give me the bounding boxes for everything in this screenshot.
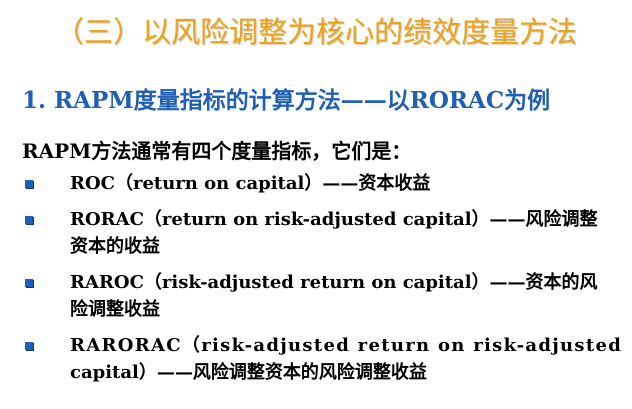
indicator-list: ROC（return on capital）——资本收益 RORAC（retur… <box>22 170 623 395</box>
list-item-text: RARORAC（risk-adjusted return on risk-adj… <box>70 335 623 356</box>
square-bullet-icon <box>25 216 33 224</box>
square-bullet-icon <box>25 180 33 188</box>
intro-text: RAPM方法通常有四个度量指标，它们是： <box>22 139 412 163</box>
list-item-text: RORAC（return on risk-adjusted capital）——… <box>70 209 598 230</box>
list-item-roc: ROC（return on capital）——资本收益 <box>22 170 612 197</box>
section-subtitle: 1. RAPM度量指标的计算方法——以RORAC为例 <box>22 87 551 114</box>
list-item-text-continued: 险调整收益 <box>70 299 160 320</box>
list-item-raroc: RAROC（risk-adjusted return on capital）——… <box>22 269 612 323</box>
list-item-rarorac: RARORAC（risk-adjusted return on risk-adj… <box>22 332 623 386</box>
slide-title: （三）以风险调整为核心的绩效度量方法 <box>54 15 577 49</box>
list-item-rorac: RORAC（return on risk-adjusted capital）——… <box>22 206 612 260</box>
square-bullet-icon <box>25 279 33 287</box>
list-item-text-continued: capital）——风险调整资本的风险调整收益 <box>70 362 427 383</box>
square-bullet-icon <box>25 342 33 350</box>
list-item-text: ROC（return on capital）——资本收益 <box>70 173 431 194</box>
list-item-text-continued: 资本的收益 <box>70 236 160 257</box>
list-item-text: RAROC（risk-adjusted return on capital）——… <box>70 272 598 293</box>
